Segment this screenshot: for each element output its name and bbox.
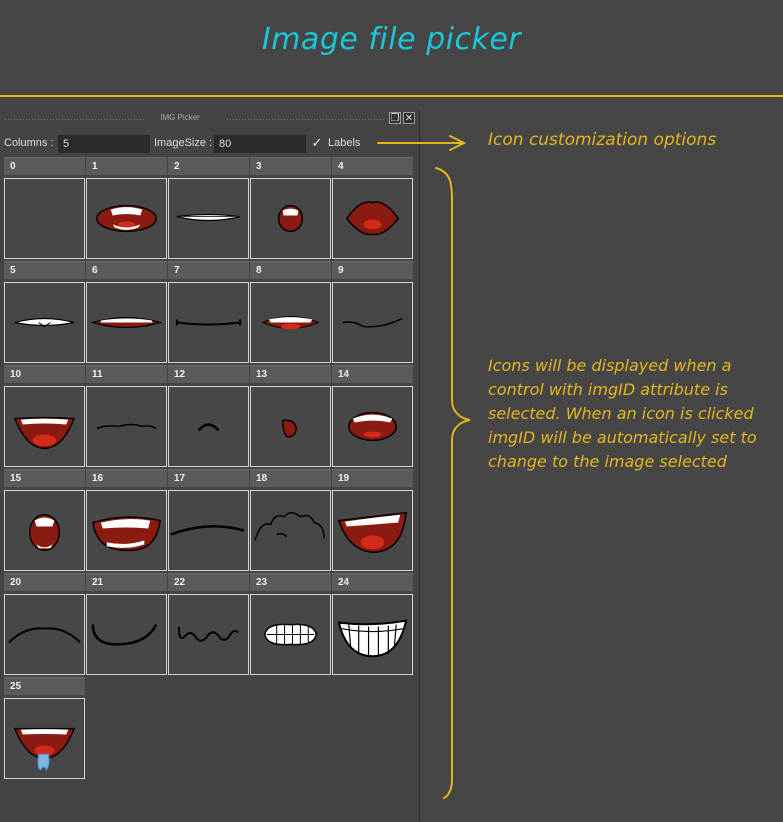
icons-brace	[435, 167, 471, 799]
options-arrow	[377, 135, 467, 151]
annotation-arrows	[377, 135, 471, 799]
